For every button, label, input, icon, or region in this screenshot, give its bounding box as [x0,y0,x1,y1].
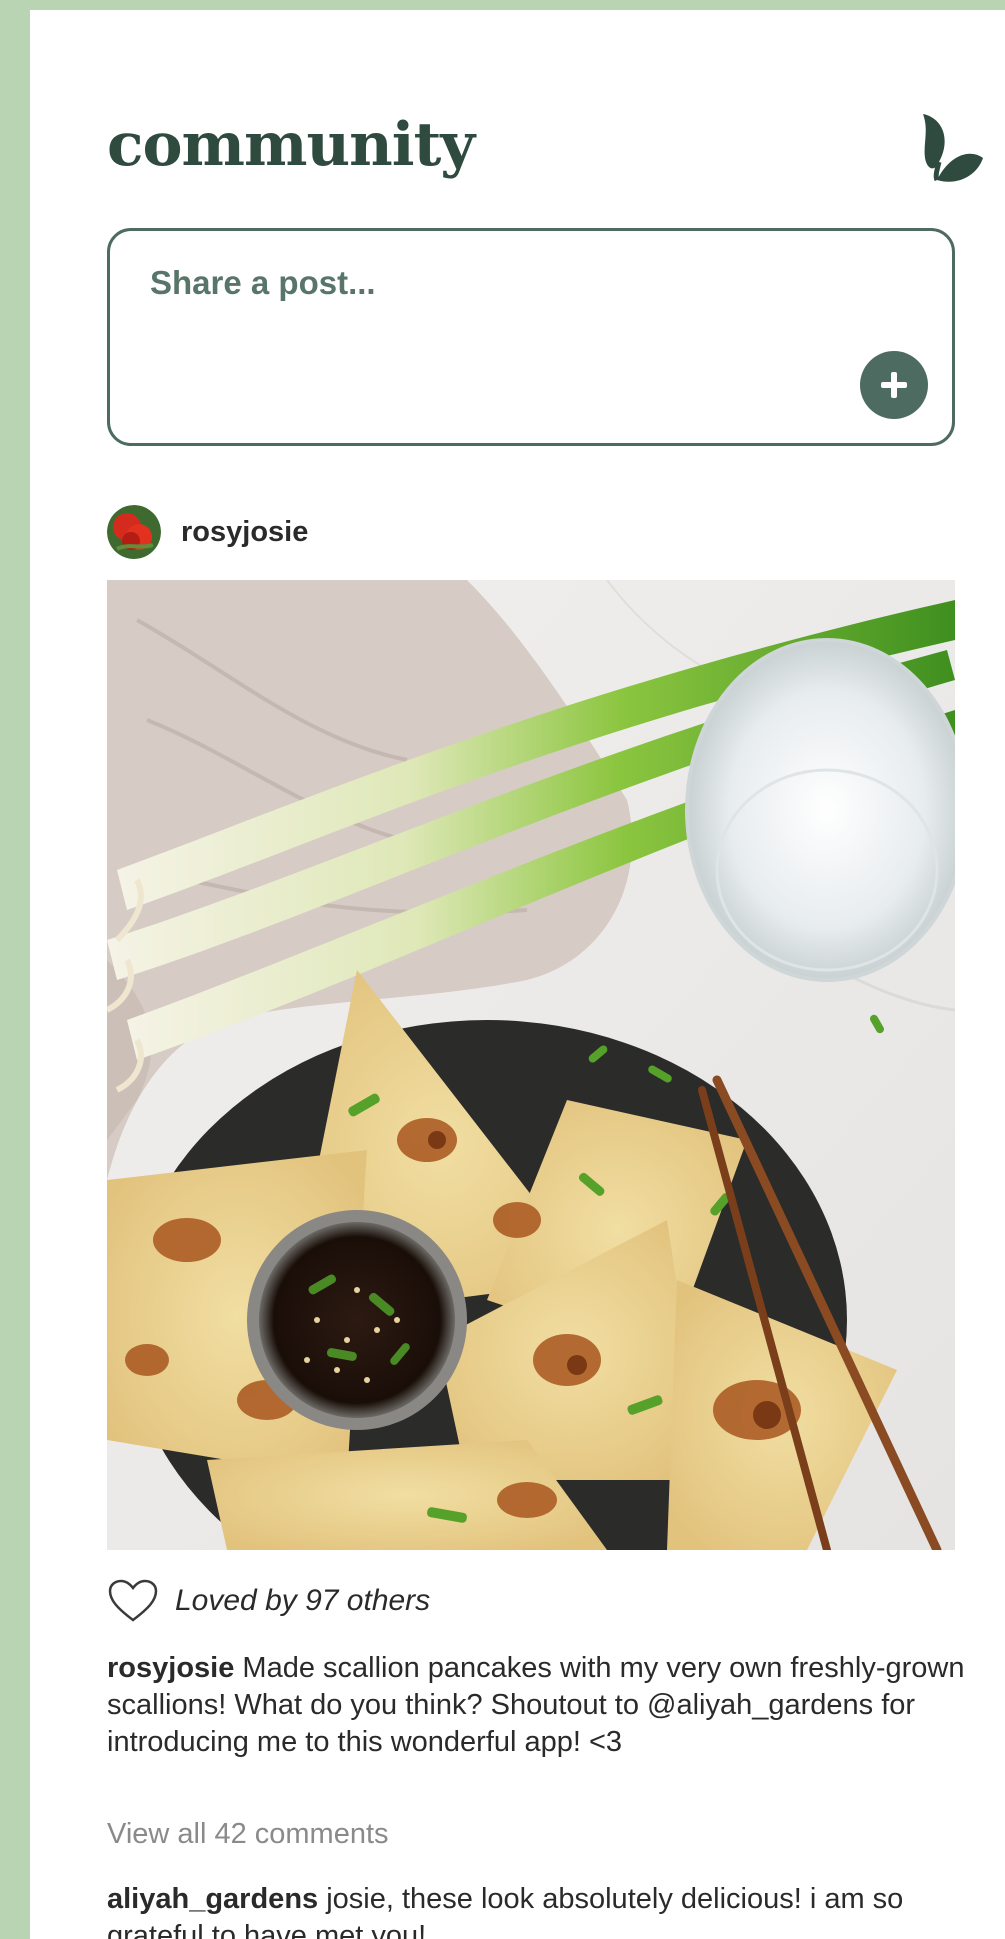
view-all-comments-link[interactable]: View all 42 comments [107,1818,389,1851]
comment-author[interactable]: aliyah_gardens [107,1883,318,1915]
likes-row: Loved by 97 others [107,1575,430,1627]
header: community [107,110,987,200]
heart-icon[interactable] [107,1578,159,1624]
page-title: community [107,110,475,180]
share-post-box[interactable] [107,228,955,446]
caption-author[interactable]: rosyjosie [107,1652,234,1684]
plus-icon [881,372,907,398]
post-author-name[interactable]: rosyjosie [181,516,308,549]
caption-text: Made scallion pancakes with my very own … [107,1652,965,1758]
likes-count-text: Loved by 97 others [175,1584,431,1617]
post-caption: rosyjosie Made scallion pancakes with my… [107,1650,977,1761]
post-image[interactable] [107,580,955,1550]
add-post-button[interactable] [860,351,928,419]
sprout-icon [923,114,983,182]
post-author-row[interactable]: rosyjosie [107,504,308,560]
comment-item: aliyah_gardens josie, these look absolut… [107,1881,977,1939]
community-panel: community rosyjosie [30,10,1005,1939]
share-post-input[interactable] [148,263,852,303]
avatar[interactable] [107,505,161,559]
